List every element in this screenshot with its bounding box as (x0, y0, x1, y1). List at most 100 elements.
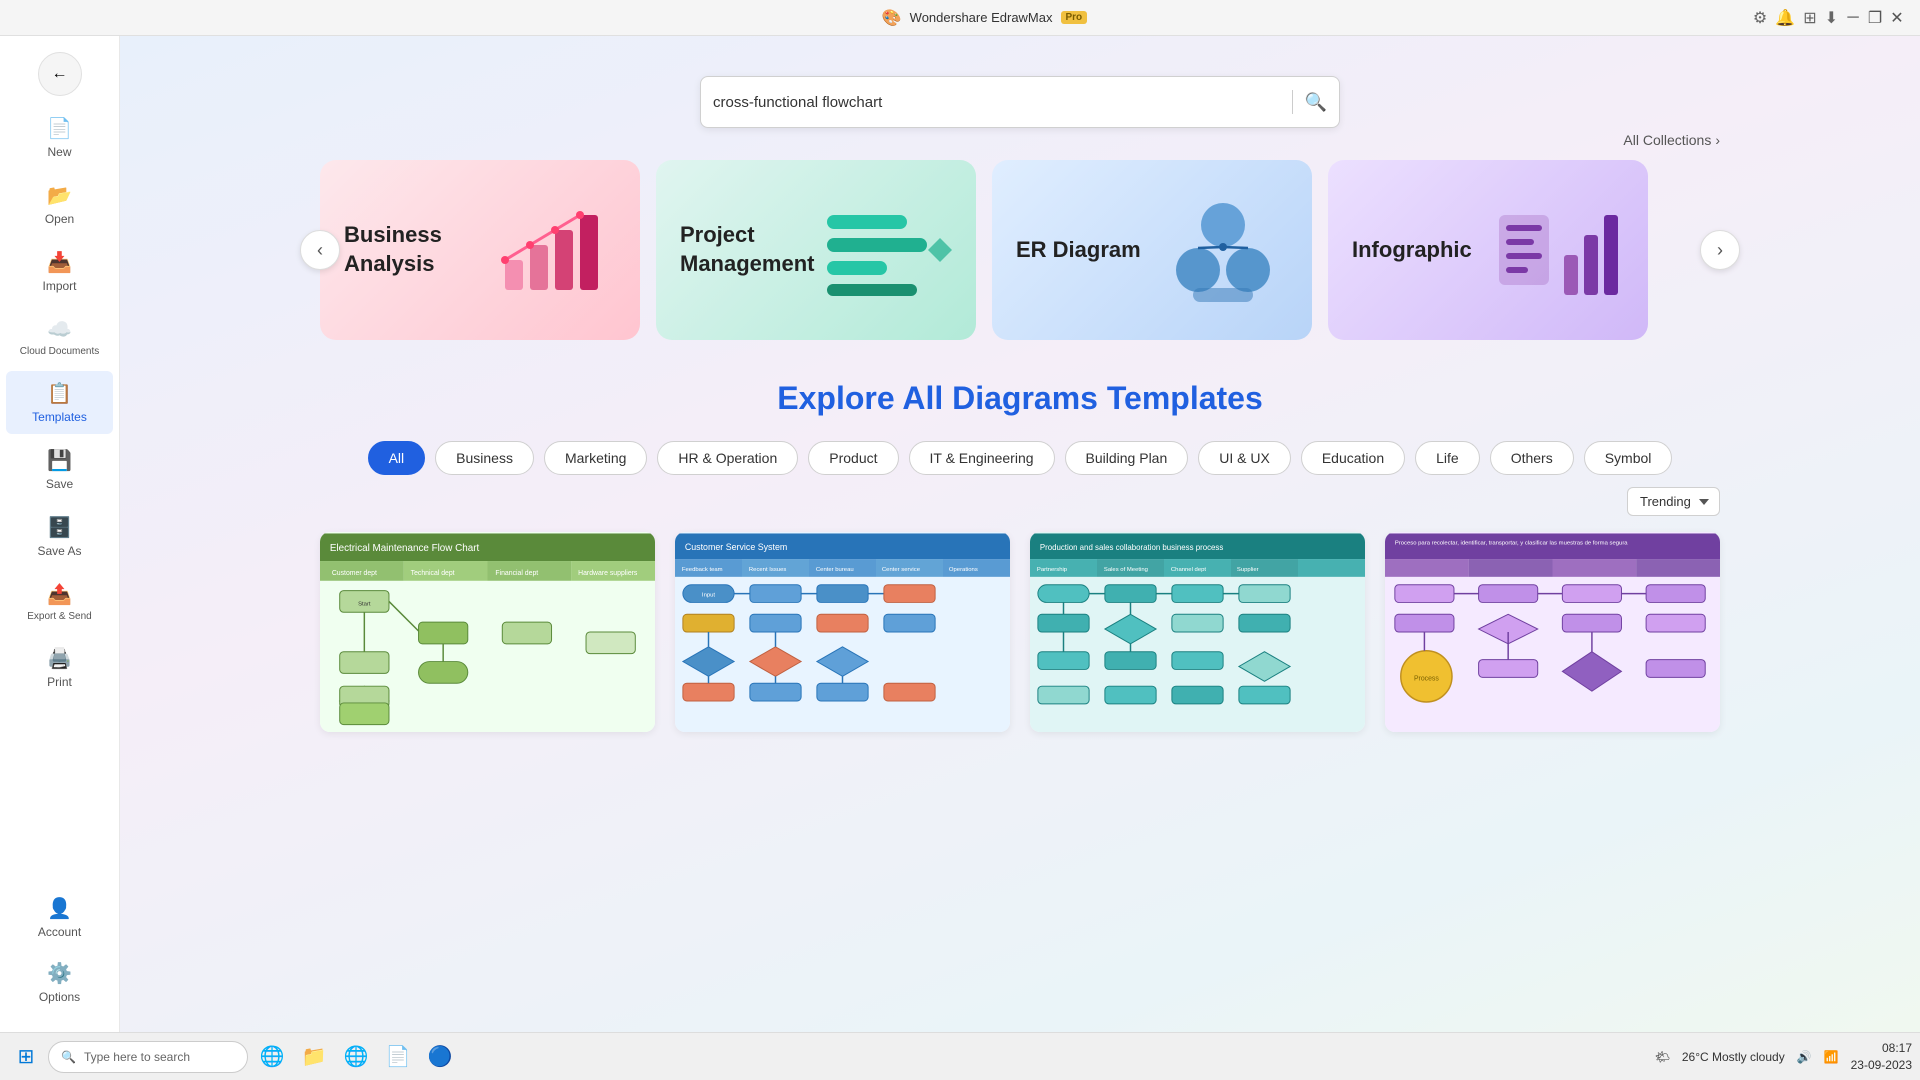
sidebar-bottom: Account Options (0, 884, 119, 1032)
sidebar-item-cloud[interactable]: Cloud Documents (6, 307, 113, 367)
back-icon: ← (52, 65, 68, 83)
svg-text:Electrical Maintenance Flow Ch: Electrical Maintenance Flow Chart (330, 543, 480, 554)
svg-text:Technical dept: Technical dept (411, 570, 455, 577)
svg-text:Financial dept: Financial dept (495, 570, 538, 577)
sidebar-item-open[interactable]: Open (6, 173, 113, 236)
weather-info: 26°C Mostly cloudy (1682, 1050, 1785, 1064)
svg-text:Customer Service System: Customer Service System (685, 542, 787, 552)
filter-all[interactable]: All (368, 441, 426, 475)
taskbar-app-explorer[interactable]: 📁 (294, 1037, 334, 1077)
sidebar-label-options: Options (39, 990, 80, 1004)
sidebar-label-templates: Templates (32, 410, 87, 424)
start-button[interactable]: ⊞ (8, 1039, 44, 1075)
minimize-button[interactable]: ─ (1846, 11, 1860, 25)
chevron-right-icon: › (1715, 132, 1720, 148)
grid-icon[interactable]: ⊞ (1803, 8, 1816, 28)
back-button[interactable]: ← (38, 52, 82, 96)
carousel-next-button[interactable]: › (1700, 230, 1740, 270)
print-icon (47, 646, 72, 671)
search-button[interactable]: 🔍 (1305, 92, 1327, 113)
sort-row: Trending Newest Popular (320, 487, 1720, 516)
sidebar-item-options[interactable]: Options (6, 951, 113, 1014)
carousel-card-business-analysis[interactable]: Business Analysis (320, 160, 640, 340)
export-icon (47, 582, 72, 607)
card-label-business-analysis: Business Analysis (344, 221, 494, 278)
template-grid: Electrical Maintenance Flow Chart Custom… (320, 532, 1720, 732)
close-button[interactable]: ✕ (1890, 11, 1904, 25)
svg-text:Operations: Operations (949, 567, 978, 573)
filter-business[interactable]: Business (435, 441, 534, 475)
app-icon: 🎨 (882, 8, 902, 28)
card-label-infographic: Infographic (1352, 236, 1472, 265)
taskbar-search[interactable]: 🔍 Type here to search (48, 1041, 248, 1073)
sidebar-item-save[interactable]: Save (6, 438, 113, 501)
carousel-card-project-management[interactable]: Project Management (656, 160, 976, 340)
sidebar-item-print[interactable]: Print (6, 636, 113, 699)
saveas-icon (47, 515, 72, 540)
svg-text:Production and sales collabora: Production and sales collaboration busin… (1040, 543, 1223, 552)
filter-others[interactable]: Others (1490, 441, 1574, 475)
save-icon (47, 448, 72, 473)
speaker-icon: 🔊 (1797, 1050, 1812, 1064)
all-collections-link[interactable]: All Collections › (1623, 132, 1720, 148)
carousel-prev-button[interactable]: ‹ (300, 230, 340, 270)
title-bar: 🎨 Wondershare EdrawMax Pro ⚙ 🔔 ⊞ ⬇ ─ ❐ ✕ (0, 0, 1920, 36)
sidebar-item-templates[interactable]: Templates (6, 371, 113, 434)
sidebar-item-account[interactable]: Account (6, 886, 113, 949)
filter-ui-ux[interactable]: UI & UX (1198, 441, 1291, 475)
sidebar-label-new: New (47, 145, 71, 159)
explore-section: Explore All Diagrams Templates All Busin… (320, 380, 1720, 732)
settings-icon[interactable]: ⚙ (1753, 8, 1767, 28)
sidebar-item-import[interactable]: Import (6, 240, 113, 303)
svg-text:Center service: Center service (882, 567, 921, 573)
taskbar-app-chrome[interactable]: 🌐 (336, 1037, 376, 1077)
filter-product[interactable]: Product (808, 441, 898, 475)
filter-marketing[interactable]: Marketing (544, 441, 647, 475)
sidebar-item-saveas[interactable]: Save As (6, 505, 113, 568)
sort-select[interactable]: Trending Newest Popular (1627, 487, 1720, 516)
card-illustration-project-management (822, 185, 952, 315)
template-img-3: Production and sales collaboration busin… (1030, 532, 1365, 732)
window-controls: ⚙ 🔔 ⊞ ⬇ ─ ❐ ✕ (1753, 8, 1904, 28)
search-bar[interactable]: 🔍 (700, 76, 1340, 128)
svg-text:Channel dept: Channel dept (1171, 567, 1206, 573)
svg-text:Proceso para recolectar, ident: Proceso para recolectar, identificar, tr… (1395, 540, 1628, 546)
taskbar: ⊞ 🔍 Type here to search 🌐 📁 🌐 📄 🔵 🌤 26°C… (0, 1032, 1920, 1080)
sidebar-label-print: Print (47, 675, 72, 689)
template-card-3[interactable]: Production and sales collaboration busin… (1030, 532, 1365, 732)
card-label-er-diagram: ER Diagram (1016, 236, 1141, 265)
filter-symbol[interactable]: Symbol (1584, 441, 1673, 475)
filter-it-engineering[interactable]: IT & Engineering (909, 441, 1055, 475)
download-icon[interactable]: ⬇ (1825, 8, 1838, 28)
search-glass-icon: 🔍 (61, 1050, 76, 1064)
filter-hr-operation[interactable]: HR & Operation (657, 441, 798, 475)
filter-life[interactable]: Life (1415, 441, 1480, 475)
options-icon (47, 961, 72, 986)
sidebar-item-export[interactable]: Export & Send (6, 572, 113, 632)
clock-time: 08:17 (1851, 1040, 1912, 1057)
search-input[interactable] (713, 94, 1280, 111)
restore-button[interactable]: ❐ (1868, 11, 1882, 25)
filter-building-plan[interactable]: Building Plan (1065, 441, 1189, 475)
template-card-2[interactable]: Customer Service System Feedback team Re… (675, 532, 1010, 732)
template-card-4[interactable]: Proceso para recolectar, identificar, tr… (1385, 532, 1720, 732)
clock-date: 23-09-2023 (1851, 1057, 1912, 1074)
carousel-card-infographic[interactable]: Infographic (1328, 160, 1648, 340)
taskbar-time-date: 08:17 23-09-2023 (1851, 1040, 1912, 1074)
explore-title-plain: Explore (777, 380, 902, 416)
filter-tags: All Business Marketing HR & Operation Pr… (320, 441, 1720, 475)
taskbar-app-edraw[interactable]: 🔵 (420, 1037, 460, 1077)
taskbar-app-word[interactable]: 📄 (378, 1037, 418, 1077)
filter-education[interactable]: Education (1301, 441, 1405, 475)
svg-text:Feedback team: Feedback team (682, 567, 723, 573)
svg-text:Center bureau: Center bureau (816, 567, 854, 573)
taskbar-app-browser[interactable]: 🌐 (252, 1037, 292, 1077)
template-card-1[interactable]: Electrical Maintenance Flow Chart Custom… (320, 532, 655, 732)
open-icon (47, 183, 72, 208)
sidebar-label-import: Import (42, 279, 76, 293)
taskbar-search-placeholder: Type here to search (84, 1050, 190, 1064)
sidebar-label-export: Export & Send (27, 611, 91, 622)
carousel-card-er-diagram[interactable]: ER Diagram (992, 160, 1312, 340)
sidebar-item-new[interactable]: New (6, 106, 113, 169)
bell-icon[interactable]: 🔔 (1775, 8, 1795, 28)
